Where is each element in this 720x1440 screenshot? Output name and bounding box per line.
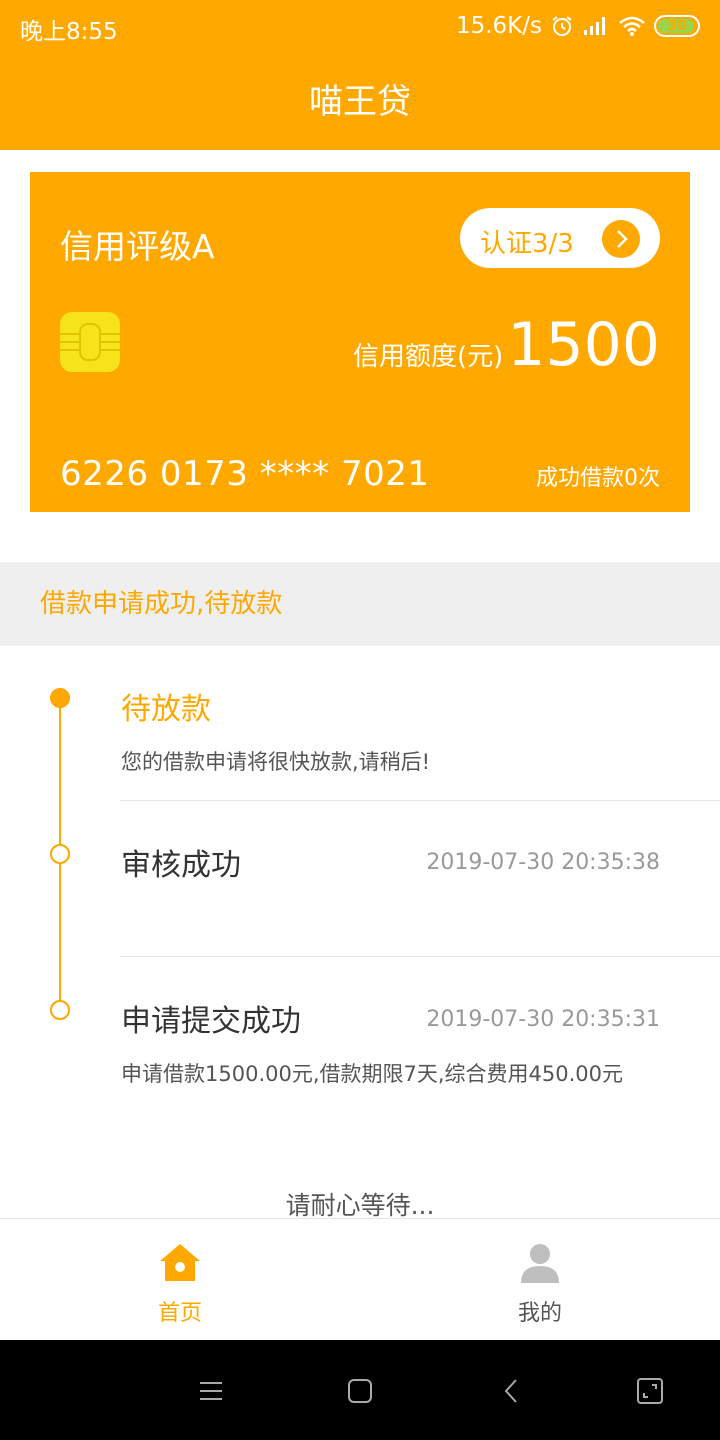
net-speed: 15.6K/s <box>455 13 542 39</box>
timeline-step-desc: 申请借款1500.00元,借款期限7天,综合费用450.00元 <box>121 1062 624 1086</box>
nav-home-label: 首页 <box>157 1301 202 1326</box>
nav-home[interactable]: 首页 <box>0 1219 360 1341</box>
timeline-step-time: 2019-07-30 20:35:31 <box>426 1007 660 1032</box>
status-notice: 借款申请成功,待放款 <box>0 562 720 646</box>
nav-mine[interactable]: 我的 <box>360 1219 720 1341</box>
recents-icon[interactable] <box>635 1376 665 1406</box>
credit-limit-label: 信用额度(元) <box>353 342 504 372</box>
status-icons: 15.6K/s 30 <box>448 10 700 42</box>
timeline-dot <box>50 844 70 864</box>
app-header: 喵王贷 <box>0 54 720 150</box>
home-square-icon[interactable] <box>345 1376 375 1406</box>
loan-count: 成功借款0次 <box>536 466 660 491</box>
credit-limit: 信用额度(元) 1500 <box>353 310 660 380</box>
back-icon[interactable] <box>497 1376 527 1406</box>
timeline-step-time: 2019-07-30 20:35:38 <box>426 850 660 875</box>
card-chip-icon <box>60 312 120 372</box>
timeline-dot-active <box>50 688 70 708</box>
status-bar: 晚上8:55 15.6K/s 30 <box>0 0 720 54</box>
alarm-icon <box>552 16 572 36</box>
battery-level: 30 <box>667 18 687 34</box>
signal-icon <box>584 17 605 35</box>
status-time: 晚上8:55 <box>20 19 118 45</box>
system-nav-bar <box>0 1340 720 1440</box>
timeline-dot <box>50 1000 70 1020</box>
credit-limit-value: 1500 <box>507 310 660 380</box>
user-icon <box>518 1241 562 1285</box>
certification-button[interactable]: 认证3/3 <box>460 208 660 268</box>
card-number: 6226 0173 **** 7021 <box>60 454 430 494</box>
divider <box>120 800 720 801</box>
wifi-icon <box>619 16 645 36</box>
wait-message: 请耐心等待... <box>285 1191 435 1220</box>
timeline-step-title: 审核成功 <box>121 848 241 883</box>
timeline-step-title: 待放款 <box>121 692 211 727</box>
timeline-step-title: 申请提交成功 <box>121 1004 301 1039</box>
certification-label: 认证3/3 <box>480 229 574 259</box>
chevron-right-icon <box>602 220 640 258</box>
credit-card: 信用评级A 认证3/3 信用额度(元) 1500 6226 0173 **** … <box>30 172 690 512</box>
home-icon <box>158 1241 202 1285</box>
battery-icon: 30 <box>654 15 700 37</box>
page-title: 喵王贷 <box>309 82 411 122</box>
menu-icon[interactable] <box>196 1376 226 1406</box>
divider <box>120 956 720 957</box>
bottom-nav: 首页 我的 <box>0 1218 720 1340</box>
nav-mine-label: 我的 <box>517 1301 562 1326</box>
timeline-step-desc: 您的借款申请将很快放款,请稍后! <box>121 750 431 774</box>
credit-grade: 信用评级A <box>60 227 215 266</box>
